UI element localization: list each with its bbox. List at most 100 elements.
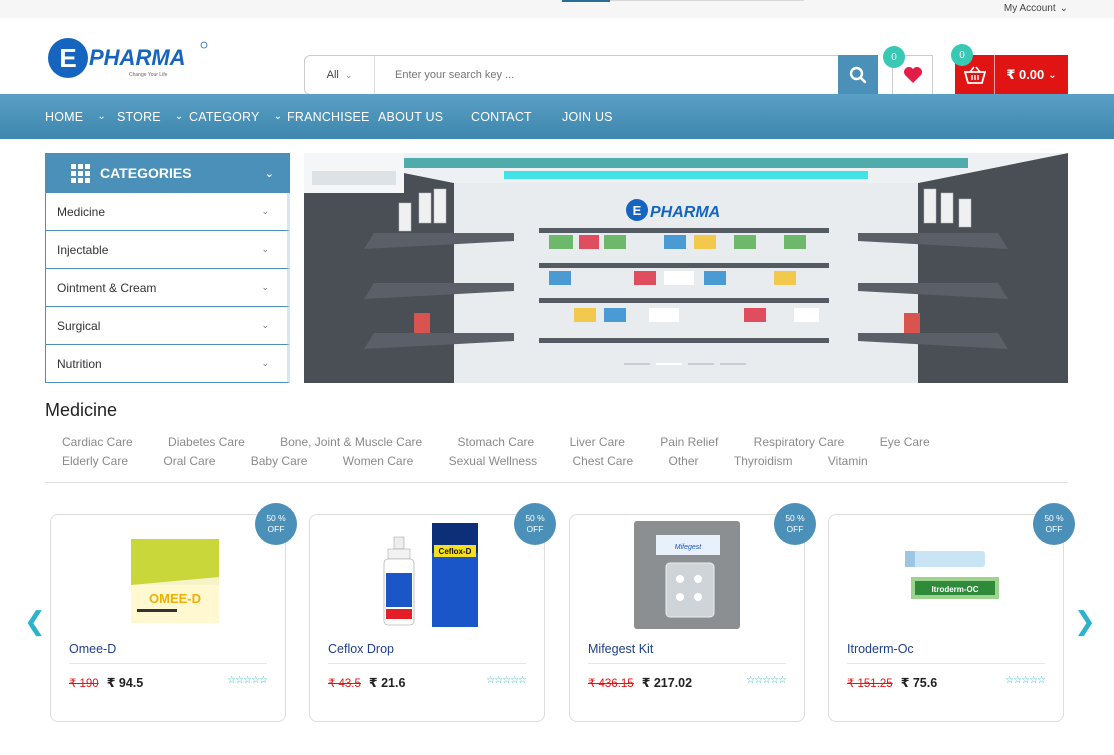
header: E PHARMA Change Your Life All ⌄ 0 ₹ 0.00… [0, 18, 1114, 95]
top-tab-divider [610, 0, 804, 1]
subcategory-link[interactable]: Other [669, 452, 699, 471]
discount-label: OFF [1045, 524, 1063, 534]
logo-letter: E [59, 43, 76, 73]
chevron-down-icon[interactable]: ⌄ [97, 111, 106, 122]
product-divider [588, 663, 786, 664]
product-box-text: Mifegest [675, 544, 703, 551]
category-item-label: Medicine [57, 204, 106, 219]
product-divider [847, 663, 1045, 664]
subcategory-link[interactable]: Pain Relief [660, 433, 718, 452]
chevron-down-icon: ⌄ [261, 282, 269, 292]
subcategory-link[interactable]: Respiratory Care [754, 433, 845, 452]
chevron-down-icon: ⌄ [261, 358, 269, 368]
category-item-ointment[interactable]: Ointment & Cream ⌄ [45, 269, 290, 307]
chevron-down-icon: ⌄ [344, 69, 353, 80]
subcategory-link[interactable]: Stomach Care [458, 433, 535, 452]
current-price: ₹ 75.6 [900, 676, 938, 690]
top-bar: My Account ⌄ [0, 0, 1114, 18]
chevron-down-icon[interactable]: ⌄ [274, 111, 283, 122]
carousel-next-button[interactable]: ❯ [1074, 606, 1096, 637]
subcategory-links: Cardiac Care Diabetes Care Bone, Joint &… [62, 433, 1052, 471]
category-sidebar: CATEGORIES ⌄ Medicine ⌄ Injectable ⌄ Ointm… [45, 153, 290, 383]
current-price: ₹ 21.6 [368, 676, 406, 690]
category-item-nutrition[interactable]: Nutrition ⌄ [45, 345, 290, 383]
subcategory-link[interactable]: Diabetes Care [168, 433, 245, 452]
epharma-logo[interactable]: E PHARMA Change Your Life [47, 37, 213, 79]
subcategory-link[interactable]: Sexual Wellness [449, 452, 538, 471]
discount-badge: 50 % OFF [514, 503, 556, 545]
cart-button[interactable]: ₹ 0.00 ⌄ [955, 55, 1068, 95]
category-item-label: Injectable [57, 242, 109, 257]
store-sign-letter: E [633, 203, 642, 218]
product-image[interactable]: Mifegest [632, 521, 742, 629]
product-price: ₹ 151.25 ₹ 75.6 [847, 675, 937, 690]
product-card[interactable]: 50 % OFF Itroderm-OC Itroderm-Oc ₹ 151.25… [828, 503, 1075, 722]
subcategory-link[interactable]: Thyroidism [734, 452, 793, 471]
slider-dot[interactable] [720, 363, 746, 365]
subcategory-link[interactable]: Baby Care [251, 452, 308, 471]
nav-franchisee[interactable]: FRANCHISEE [287, 94, 370, 139]
subcategory-link[interactable]: Chest Care [572, 452, 633, 471]
old-price: ₹ 43.5 [328, 677, 361, 690]
product-card[interactable]: 50 % OFF Mifegest Mifegest Kit ₹ 436.15 ₹ … [569, 503, 816, 722]
subcategory-link[interactable]: Cardiac Care [62, 433, 133, 452]
slider-dot[interactable] [624, 363, 650, 365]
subcategory-link[interactable]: Women Care [343, 452, 413, 471]
slider-dot[interactable] [688, 363, 714, 365]
subcategory-link[interactable]: Bone, Joint & Muscle Care [280, 433, 422, 452]
discount-label: OFF [526, 524, 544, 534]
subcategory-link[interactable]: Vitamin [828, 452, 868, 471]
product-name[interactable]: Mifegest Kit [588, 642, 653, 656]
discount-label: OFF [786, 524, 804, 534]
product-card[interactable]: 50 % OFF Ceflox-D Ceflox Drop ₹ 43.5 ₹ 21.… [309, 503, 556, 722]
product-name[interactable]: Omee-D [69, 642, 116, 656]
nav-join[interactable]: JOIN US [562, 94, 613, 139]
nav-store[interactable]: STORE ⌄ [117, 94, 183, 139]
slider-dot-active[interactable] [656, 363, 682, 365]
nav-category[interactable]: CATEGORY ⌄ [189, 94, 282, 139]
chevron-down-icon: ⌄ [261, 320, 269, 330]
product-divider [69, 663, 267, 664]
discount-value: 50 % [266, 513, 286, 523]
nav-home[interactable]: HOME ⌄ [45, 94, 106, 139]
nav-about[interactable]: ABOUT US [378, 94, 443, 139]
my-account-label: My Account [1003, 3, 1056, 14]
product-name[interactable]: Itroderm-Oc [847, 642, 914, 656]
product-box-text: OMEE-D [149, 591, 201, 606]
nav-home-label: HOME [45, 109, 84, 124]
search-button[interactable] [838, 55, 878, 95]
product-card[interactable]: 50 % OFF OMEE-D Omee-D ₹ 190 ₹ 94.5 ☆☆☆☆☆ [50, 503, 297, 722]
category-item-label: Surgical [57, 318, 101, 333]
subcategory-link[interactable]: Liver Care [570, 433, 625, 452]
search-category-select[interactable]: All ⌄ [305, 56, 375, 94]
store-sign-text: PHARMA [650, 204, 720, 221]
product-box-text: Itroderm-OC [931, 585, 978, 594]
discount-value: 50 % [525, 513, 545, 523]
category-item-medicine[interactable]: Medicine ⌄ [45, 193, 290, 231]
chevron-down-icon[interactable]: ⌄ [175, 111, 184, 122]
search-category-value: All [326, 69, 339, 81]
nav-contact[interactable]: CONTACT [471, 94, 532, 139]
search-input[interactable] [375, 56, 838, 94]
section-title: Medicine [45, 400, 118, 420]
my-account-menu[interactable]: My Account ⌄ [1004, 3, 1068, 14]
category-header[interactable]: CATEGORIES ⌄ [45, 153, 290, 193]
discount-badge: 50 % OFF [255, 503, 297, 545]
product-name[interactable]: Ceflox Drop [328, 642, 394, 656]
hero-banner[interactable]: E PHARMA [304, 153, 1068, 383]
product-price: ₹ 190 ₹ 94.5 [69, 675, 143, 690]
product-image[interactable]: Itroderm-OC [891, 521, 1001, 629]
star-rating: ☆☆☆☆☆ [1005, 675, 1046, 686]
old-price: ₹ 436.15 [588, 677, 634, 690]
product-image[interactable]: OMEE-D [113, 521, 223, 629]
nav-franchisee-label: FRANCHISEE [287, 109, 370, 124]
subcategory-link[interactable]: Eye Care [880, 433, 930, 452]
subcategory-link[interactable]: Oral Care [163, 452, 215, 471]
subcategory-link[interactable]: Elderly Care [62, 452, 128, 471]
product-box-text: Ceflox-D [439, 547, 472, 556]
category-item-surgical[interactable]: Surgical ⌄ [45, 307, 290, 345]
category-item-injectable[interactable]: Injectable ⌄ [45, 231, 290, 269]
carousel-prev-button[interactable]: ❮ [24, 606, 46, 637]
section-divider [45, 482, 1068, 483]
product-image[interactable]: Ceflox-D [372, 521, 482, 629]
